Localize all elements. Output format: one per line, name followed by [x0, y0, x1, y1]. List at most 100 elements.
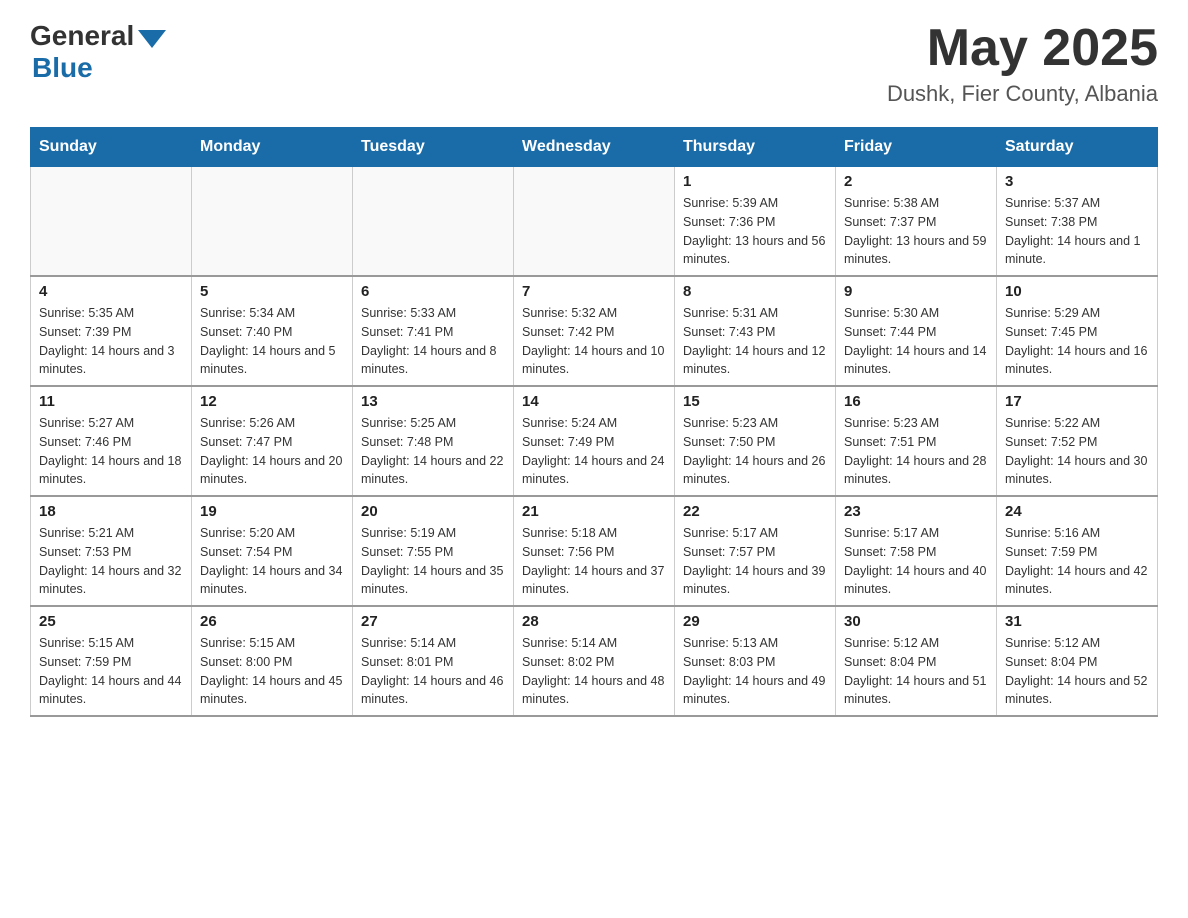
calendar-cell: 29Sunrise: 5:13 AM Sunset: 8:03 PM Dayli… — [675, 606, 836, 716]
day-info: Sunrise: 5:35 AM Sunset: 7:39 PM Dayligh… — [39, 304, 183, 379]
calendar-cell — [192, 167, 353, 277]
day-info: Sunrise: 5:14 AM Sunset: 8:02 PM Dayligh… — [522, 634, 666, 709]
calendar-week-row: 25Sunrise: 5:15 AM Sunset: 7:59 PM Dayli… — [31, 606, 1158, 716]
day-number: 7 — [522, 283, 666, 300]
calendar-cell: 21 Sunrise: 5:18 AM Sunset: 7:56 PM Dayli… — [514, 496, 675, 606]
calendar-cell: 23Sunrise: 5:17 AM Sunset: 7:58 PM Dayli… — [836, 496, 997, 606]
calendar-cell: 27 Sunrise: 5:14 AM Sunset: 8:01 PM Dayli… — [353, 606, 514, 716]
day-info: Sunrise: 5:17 AM Sunset: 7:57 PM Dayligh… — [683, 524, 827, 599]
calendar-cell: 19 Sunrise: 5:20 AM Sunset: 7:54 PM Dayli… — [192, 496, 353, 606]
day-info: Sunrise: 5:12 AM Sunset: 8:04 PM Dayligh… — [1005, 634, 1149, 709]
calendar-cell: 12 Sunrise: 5:26 AM Sunset: 7:47 PM Dayli… — [192, 386, 353, 496]
calendar-header-row: SundayMondayTuesdayWednesdayThursdayFrid… — [31, 128, 1158, 167]
month-year-title: May 2025 — [887, 20, 1158, 77]
day-number: 6 — [361, 283, 505, 300]
day-of-week-header: Friday — [836, 128, 997, 167]
logo-arrow-icon — [138, 30, 166, 48]
day-info: Sunrise: 5:20 AM Sunset: 7:54 PM Dayligh… — [200, 524, 344, 599]
calendar-week-row: 18 Sunrise: 5:21 AM Sunset: 7:53 PM Dayli… — [31, 496, 1158, 606]
calendar-cell — [353, 167, 514, 277]
day-of-week-header: Saturday — [997, 128, 1158, 167]
calendar-cell: 8 Sunrise: 5:31 AM Sunset: 7:43 PM Daylig… — [675, 276, 836, 386]
day-number: 27 — [361, 613, 505, 630]
day-info: Sunrise: 5:32 AM Sunset: 7:42 PM Dayligh… — [522, 304, 666, 379]
day-info: Sunrise: 5:15 AM Sunset: 7:59 PM Dayligh… — [39, 634, 183, 709]
day-info: Sunrise: 5:24 AM Sunset: 7:49 PM Dayligh… — [522, 414, 666, 489]
calendar-cell: 28 Sunrise: 5:14 AM Sunset: 8:02 PM Dayli… — [514, 606, 675, 716]
day-number: 28 — [522, 613, 666, 630]
calendar-cell: 2 Sunrise: 5:38 AM Sunset: 7:37 PM Daylig… — [836, 167, 997, 277]
day-info: Sunrise: 5:37 AM Sunset: 7:38 PM Dayligh… — [1005, 194, 1149, 269]
day-info: Sunrise: 5:34 AM Sunset: 7:40 PM Dayligh… — [200, 304, 344, 379]
day-info: Sunrise: 5:31 AM Sunset: 7:43 PM Dayligh… — [683, 304, 827, 379]
day-info: Sunrise: 5:30 AM Sunset: 7:44 PM Dayligh… — [844, 304, 988, 379]
day-number: 26 — [200, 613, 344, 630]
day-number: 17 — [1005, 393, 1149, 410]
day-of-week-header: Sunday — [31, 128, 192, 167]
day-of-week-header: Tuesday — [353, 128, 514, 167]
calendar-cell: 25Sunrise: 5:15 AM Sunset: 7:59 PM Dayli… — [31, 606, 192, 716]
day-number: 29 — [683, 613, 827, 630]
day-info: Sunrise: 5:26 AM Sunset: 7:47 PM Dayligh… — [200, 414, 344, 489]
day-number: 15 — [683, 393, 827, 410]
day-of-week-header: Wednesday — [514, 128, 675, 167]
day-number: 3 — [1005, 173, 1149, 190]
logo-blue-text: Blue — [32, 52, 93, 84]
calendar-cell: 30 Sunrise: 5:12 AM Sunset: 8:04 PM Dayli… — [836, 606, 997, 716]
day-info: Sunrise: 5:12 AM Sunset: 8:04 PM Dayligh… — [844, 634, 988, 709]
day-number: 4 — [39, 283, 183, 300]
calendar-cell: 22Sunrise: 5:17 AM Sunset: 7:57 PM Dayli… — [675, 496, 836, 606]
day-number: 12 — [200, 393, 344, 410]
logo: General Blue — [30, 20, 166, 84]
day-info: Sunrise: 5:23 AM Sunset: 7:51 PM Dayligh… — [844, 414, 988, 489]
day-info: Sunrise: 5:14 AM Sunset: 8:01 PM Dayligh… — [361, 634, 505, 709]
calendar-cell: 4 Sunrise: 5:35 AM Sunset: 7:39 PM Daylig… — [31, 276, 192, 386]
day-number: 16 — [844, 393, 988, 410]
day-number: 24 — [1005, 503, 1149, 520]
day-number: 14 — [522, 393, 666, 410]
day-number: 2 — [844, 173, 988, 190]
day-info: Sunrise: 5:33 AM Sunset: 7:41 PM Dayligh… — [361, 304, 505, 379]
day-info: Sunrise: 5:22 AM Sunset: 7:52 PM Dayligh… — [1005, 414, 1149, 489]
day-info: Sunrise: 5:38 AM Sunset: 7:37 PM Dayligh… — [844, 194, 988, 269]
page-header: General Blue May 2025 Dushk, Fier County… — [30, 20, 1158, 107]
day-info: Sunrise: 5:29 AM Sunset: 7:45 PM Dayligh… — [1005, 304, 1149, 379]
calendar-cell: 10Sunrise: 5:29 AM Sunset: 7:45 PM Dayli… — [997, 276, 1158, 386]
day-info: Sunrise: 5:39 AM Sunset: 7:36 PM Dayligh… — [683, 194, 827, 269]
calendar-week-row: 4 Sunrise: 5:35 AM Sunset: 7:39 PM Daylig… — [31, 276, 1158, 386]
day-number: 11 — [39, 393, 183, 410]
day-of-week-header: Monday — [192, 128, 353, 167]
day-info: Sunrise: 5:21 AM Sunset: 7:53 PM Dayligh… — [39, 524, 183, 599]
calendar-week-row: 11 Sunrise: 5:27 AM Sunset: 7:46 PM Dayli… — [31, 386, 1158, 496]
calendar-cell — [31, 167, 192, 277]
day-number: 19 — [200, 503, 344, 520]
day-number: 18 — [39, 503, 183, 520]
calendar-cell: 13 Sunrise: 5:25 AM Sunset: 7:48 PM Dayli… — [353, 386, 514, 496]
day-number: 13 — [361, 393, 505, 410]
day-number: 20 — [361, 503, 505, 520]
day-info: Sunrise: 5:25 AM Sunset: 7:48 PM Dayligh… — [361, 414, 505, 489]
calendar-cell: 11 Sunrise: 5:27 AM Sunset: 7:46 PM Dayli… — [31, 386, 192, 496]
calendar-cell: 1Sunrise: 5:39 AM Sunset: 7:36 PM Daylig… — [675, 167, 836, 277]
location-subtitle: Dushk, Fier County, Albania — [887, 81, 1158, 107]
calendar-cell: 20 Sunrise: 5:19 AM Sunset: 7:55 PM Dayli… — [353, 496, 514, 606]
calendar-cell: 15 Sunrise: 5:23 AM Sunset: 7:50 PM Dayli… — [675, 386, 836, 496]
day-number: 8 — [683, 283, 827, 300]
logo-general-text: General — [30, 20, 134, 52]
day-info: Sunrise: 5:27 AM Sunset: 7:46 PM Dayligh… — [39, 414, 183, 489]
day-info: Sunrise: 5:18 AM Sunset: 7:56 PM Dayligh… — [522, 524, 666, 599]
day-info: Sunrise: 5:19 AM Sunset: 7:55 PM Dayligh… — [361, 524, 505, 599]
day-info: Sunrise: 5:23 AM Sunset: 7:50 PM Dayligh… — [683, 414, 827, 489]
calendar-cell: 6 Sunrise: 5:33 AM Sunset: 7:41 PM Daylig… — [353, 276, 514, 386]
title-block: May 2025 Dushk, Fier County, Albania — [887, 20, 1158, 107]
day-info: Sunrise: 5:15 AM Sunset: 8:00 PM Dayligh… — [200, 634, 344, 709]
calendar-cell: 9Sunrise: 5:30 AM Sunset: 7:44 PM Daylig… — [836, 276, 997, 386]
day-number: 30 — [844, 613, 988, 630]
calendar-cell: 7 Sunrise: 5:32 AM Sunset: 7:42 PM Daylig… — [514, 276, 675, 386]
calendar-cell: 26 Sunrise: 5:15 AM Sunset: 8:00 PM Dayli… — [192, 606, 353, 716]
calendar-cell: 5Sunrise: 5:34 AM Sunset: 7:40 PM Daylig… — [192, 276, 353, 386]
day-number: 21 — [522, 503, 666, 520]
calendar-table: SundayMondayTuesdayWednesdayThursdayFrid… — [30, 127, 1158, 717]
calendar-cell: 18 Sunrise: 5:21 AM Sunset: 7:53 PM Dayli… — [31, 496, 192, 606]
calendar-week-row: 1Sunrise: 5:39 AM Sunset: 7:36 PM Daylig… — [31, 167, 1158, 277]
